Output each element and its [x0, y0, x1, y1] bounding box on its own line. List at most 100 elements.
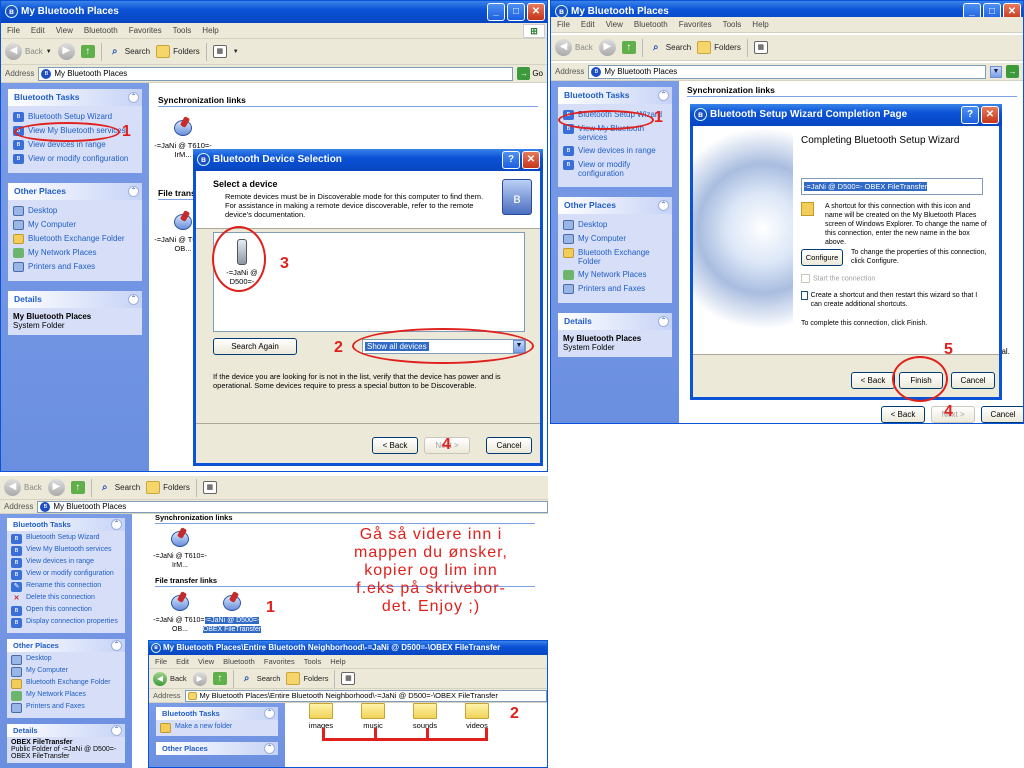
minimize-button[interactable]: _	[487, 3, 505, 21]
menu-help[interactable]: Help	[752, 20, 768, 29]
search-button[interactable]: ⌕ Search	[240, 672, 281, 685]
dialog-title-bar[interactable]: ʙ Bluetooth Device Selection ? ✕	[193, 149, 543, 171]
folders-button[interactable]: Folders	[146, 481, 190, 494]
task-view-services[interactable]: ʙ View My Bluetooth services	[11, 546, 122, 556]
menu-bluetooth[interactable]: Bluetooth	[84, 26, 118, 35]
collapse-icon[interactable]: ⌃	[264, 743, 275, 754]
menu-file[interactable]: File	[557, 20, 570, 29]
address-input[interactable]: ʙ My Bluetooth Places	[37, 500, 548, 513]
collapse-icon[interactable]: ⌃	[111, 725, 122, 736]
task-view-configuration[interactable]: ʙ View or modify configuration	[13, 154, 138, 164]
back-button[interactable]: ◀ Back	[153, 671, 187, 686]
menu-tools[interactable]: Tools	[304, 657, 322, 666]
place-exchange-folder[interactable]: Bluetooth Exchange Folder	[13, 234, 138, 244]
go-button[interactable]: → Go	[517, 67, 547, 80]
place-printers[interactable]: Printers and Faxes	[11, 703, 122, 713]
place-my-computer[interactable]: My Computer	[11, 667, 122, 677]
task-connection-properties[interactable]: ʙ Display connection properties	[11, 618, 122, 628]
cancel-button[interactable]: Cancel	[486, 437, 532, 454]
address-input[interactable]: ʙ My Bluetooth Places	[38, 66, 514, 81]
close-button[interactable]: ✕	[522, 151, 540, 169]
panel-header[interactable]: Other Places ⌃	[558, 197, 672, 214]
cancel-button[interactable]: Cancel	[951, 372, 995, 389]
task-view-devices[interactable]: ʙ View devices in range	[11, 558, 122, 568]
search-again-button[interactable]: Search Again	[213, 338, 297, 355]
views-icon[interactable]: ▦	[341, 672, 356, 685]
panel-header[interactable]: Details ⌃	[8, 291, 142, 308]
place-my-computer[interactable]: My Computer	[13, 220, 138, 230]
task-bluetooth-setup-wizard[interactable]: ʙ Bluetooth Setup Wizard	[13, 112, 138, 122]
menu-file[interactable]: File	[155, 657, 167, 666]
folders-button[interactable]: Folders	[286, 672, 328, 685]
collapse-icon[interactable]: ⌃	[128, 294, 139, 305]
menu-help[interactable]: Help	[330, 657, 345, 666]
collapse-icon[interactable]: ⌃	[128, 92, 139, 103]
collapse-icon[interactable]: ⌃	[658, 316, 669, 327]
menu-tools[interactable]: Tools	[723, 20, 742, 29]
dialog-title-bar[interactable]: ʙ Bluetooth Setup Wizard Completion Page…	[690, 104, 1002, 126]
menu-edit[interactable]: Edit	[581, 20, 595, 29]
back-button[interactable]: ◀ Back ▼	[5, 43, 52, 60]
search-button[interactable]: ⌕ Search	[649, 41, 691, 54]
place-network[interactable]: My Network Places	[13, 248, 138, 258]
start-connection-checkbox[interactable]: Start the connection	[801, 274, 875, 283]
menu-help[interactable]: Help	[202, 26, 218, 35]
configure-button[interactable]: Configure	[801, 249, 843, 266]
collapse-icon[interactable]: ⌃	[658, 90, 669, 101]
folder-videos[interactable]: videos	[457, 703, 497, 730]
background-next-button[interactable]: Next >	[931, 406, 975, 423]
place-exchange-folder[interactable]: Bluetooth Exchange Folder	[563, 248, 668, 266]
up-folder-icon[interactable]: ↑	[70, 481, 85, 494]
window-title-bar[interactable]: ʙ My Bluetooth Places _ □ ✕	[1, 1, 547, 23]
checkbox[interactable]	[801, 274, 810, 283]
panel-header[interactable]: Other Places ⌃	[156, 742, 278, 755]
address-input[interactable]: My Bluetooth Places\Entire Bluetooth Nei…	[184, 689, 547, 702]
menu-view[interactable]: View	[56, 26, 73, 35]
menu-edit[interactable]: Edit	[31, 26, 45, 35]
panel-header[interactable]: Bluetooth Tasks ⌃	[8, 89, 142, 106]
background-back-button[interactable]: < Back	[881, 406, 925, 423]
task-view-configuration[interactable]: ʙ View or modify configuration	[11, 570, 122, 580]
menu-bluetooth[interactable]: Bluetooth	[223, 657, 255, 666]
help-button[interactable]: ?	[502, 151, 520, 169]
back-button[interactable]: ◀ Back	[555, 39, 593, 56]
menu-file[interactable]: File	[7, 26, 20, 35]
folder-music[interactable]: music	[353, 703, 393, 730]
window-title-bar[interactable]: ʙ My Bluetooth Places\Entire Bluetooth N…	[149, 641, 547, 655]
menu-favorites[interactable]: Favorites	[679, 20, 712, 29]
collapse-icon[interactable]: ⌃	[111, 640, 122, 651]
panel-header[interactable]: Bluetooth Tasks ⌃	[156, 707, 278, 720]
up-folder-icon[interactable]: ↑	[212, 672, 227, 685]
forward-button[interactable]: ▶	[598, 39, 616, 56]
task-rename-connection[interactable]: ✎ Rename this connection	[11, 582, 122, 592]
search-button[interactable]: ⌕ Search	[108, 45, 150, 58]
back-button[interactable]: < Back	[851, 372, 895, 389]
folders-button[interactable]: Folders	[697, 41, 741, 54]
menu-favorites[interactable]: Favorites	[129, 26, 162, 35]
address-input[interactable]: ʙ My Bluetooth Places	[588, 64, 986, 79]
collapse-icon[interactable]: ⌃	[264, 708, 275, 719]
panel-header[interactable]: Bluetooth Tasks ⌃	[7, 518, 125, 531]
task-open-connection[interactable]: ʙ Open this connection	[11, 606, 122, 616]
views-icon[interactable]: ▦	[212, 45, 227, 58]
collapse-icon[interactable]: ⌃	[128, 186, 139, 197]
go-button[interactable]: →	[1006, 65, 1023, 78]
place-network[interactable]: My Network Places	[563, 270, 668, 280]
collapse-icon[interactable]: ⌃	[658, 200, 669, 211]
forward-button[interactable]: ▶	[47, 479, 65, 496]
place-exchange-folder[interactable]: Bluetooth Exchange Folder	[11, 679, 122, 689]
panel-header[interactable]: Details ⌃	[7, 724, 125, 737]
menu-tools[interactable]: Tools	[173, 26, 192, 35]
search-button[interactable]: ⌕ Search	[98, 481, 140, 494]
up-folder-icon[interactable]: ↑	[621, 41, 636, 54]
panel-header[interactable]: Other Places ⌃	[7, 639, 125, 652]
task-bluetooth-setup-wizard[interactable]: ʙ Bluetooth Setup Wizard	[11, 534, 122, 544]
panel-header[interactable]: Bluetooth Tasks ⌃	[558, 87, 672, 104]
back-button[interactable]: ◀ Back	[4, 479, 42, 496]
task-view-configuration[interactable]: ʙ View or modify configuration	[563, 160, 668, 178]
collapse-icon[interactable]: ⌃	[111, 519, 122, 530]
forward-button[interactable]: ▶	[192, 671, 207, 686]
create-shortcut-checkbox[interactable]: Create a shortcut and then restart this …	[801, 291, 987, 309]
connection-name-input[interactable]: -=JaNi @ D500=- OBEX FileTransfer	[801, 178, 983, 195]
folders-button[interactable]: Folders	[156, 45, 200, 58]
